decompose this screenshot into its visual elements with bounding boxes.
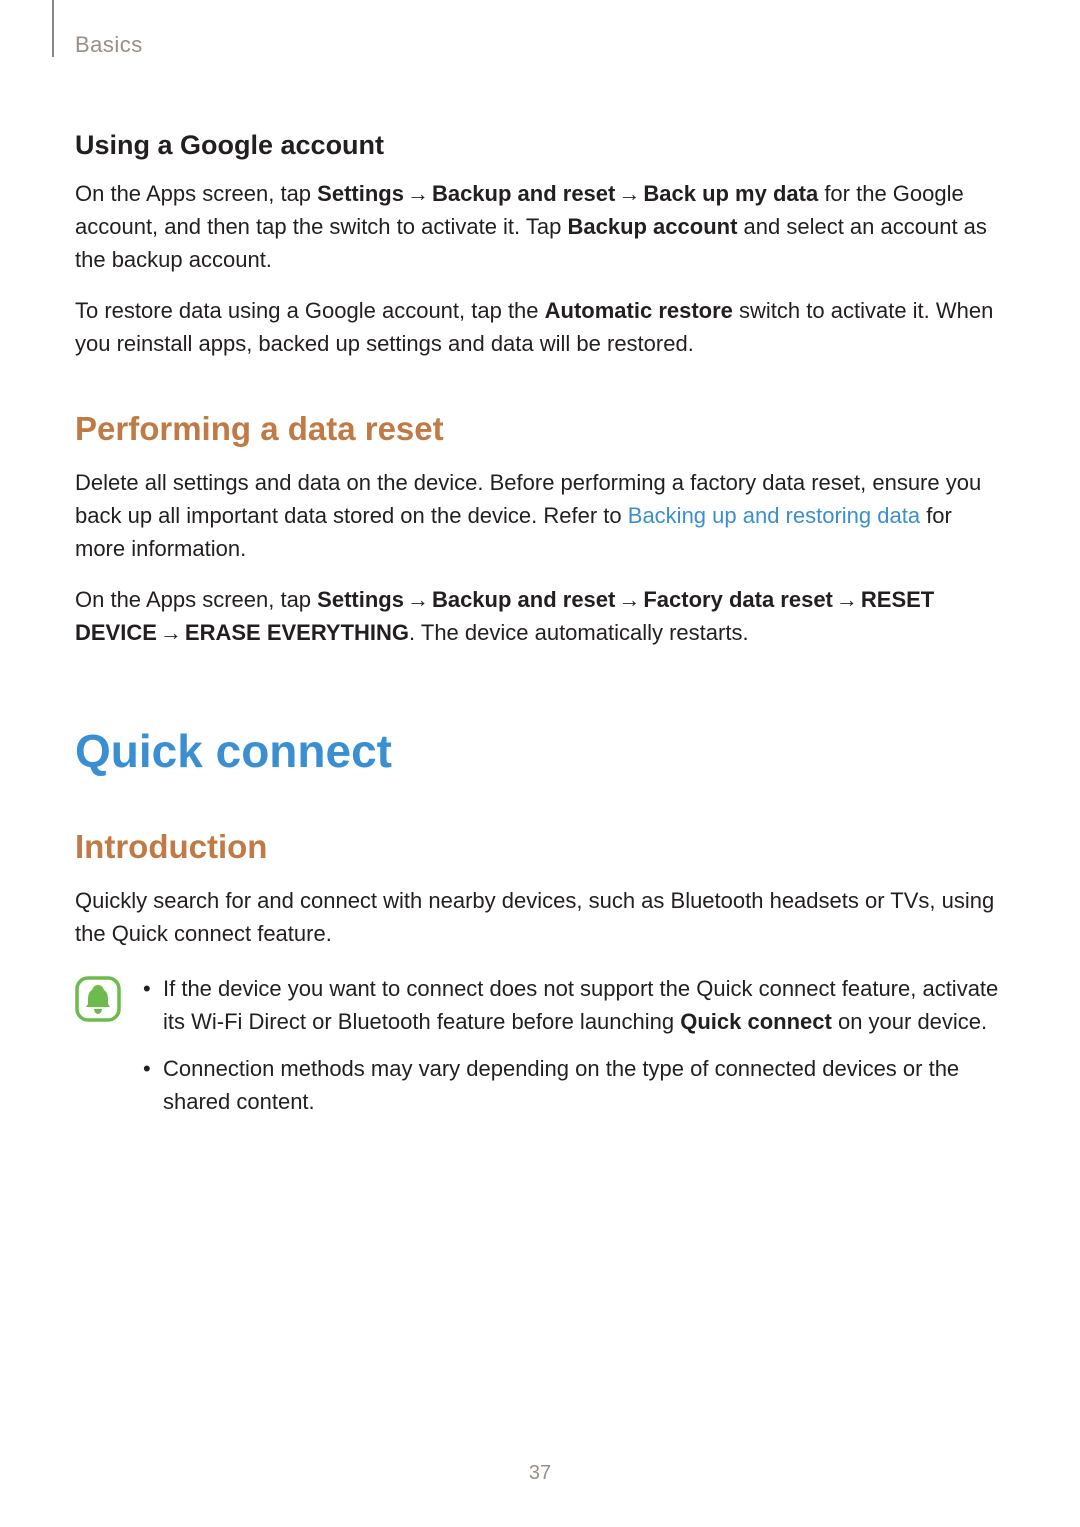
bullet-list: If the device you want to connect does n… bbox=[139, 972, 1005, 1132]
breadcrumb: Basics bbox=[75, 0, 1005, 58]
link-backing-up[interactable]: Backing up and restoring data bbox=[628, 503, 920, 528]
heading-google-account: Using a Google account bbox=[75, 130, 1005, 161]
paragraph-google-1: On the Apps screen, tap Settings → Backu… bbox=[75, 177, 1005, 276]
list-item: Connection methods may vary depending on… bbox=[139, 1052, 1005, 1118]
arrow-icon: → bbox=[618, 583, 640, 616]
arrow-icon: → bbox=[618, 177, 640, 210]
arrow-icon: → bbox=[407, 583, 429, 616]
page-number: 37 bbox=[0, 1462, 1080, 1485]
bold-settings: Settings bbox=[317, 587, 404, 612]
heading-data-reset: Performing a data reset bbox=[75, 410, 1005, 448]
text: Connection methods may vary depending on… bbox=[163, 1056, 959, 1114]
text: . The device automatically restarts. bbox=[409, 620, 749, 645]
paragraph-reset-1: Delete all settings and data on the devi… bbox=[75, 466, 1005, 565]
bold-backup-reset: Backup and reset bbox=[432, 181, 615, 206]
bold-erase-everything: ERASE EVERYTHING bbox=[185, 620, 409, 645]
bold-auto-restore: Automatic restore bbox=[545, 298, 733, 323]
document-page: Basics Using a Google account On the App… bbox=[0, 0, 1080, 1527]
text: On the Apps screen, tap bbox=[75, 181, 317, 206]
paragraph-google-2: To restore data using a Google account, … bbox=[75, 294, 1005, 360]
bold-backup-account: Backup account bbox=[567, 214, 737, 239]
text: On the Apps screen, tap bbox=[75, 587, 317, 612]
bold-backup-reset: Backup and reset bbox=[432, 587, 615, 612]
text: on your device. bbox=[832, 1009, 987, 1034]
arrow-icon: → bbox=[407, 177, 429, 210]
header-marker bbox=[52, 0, 54, 57]
bell-icon bbox=[75, 976, 121, 1022]
bold-factory-reset: Factory data reset bbox=[643, 587, 833, 612]
bold-quick-connect: Quick connect bbox=[680, 1009, 832, 1034]
info-block: If the device you want to connect does n… bbox=[75, 972, 1005, 1132]
paragraph-reset-2: On the Apps screen, tap Settings → Backu… bbox=[75, 583, 1005, 649]
text: To restore data using a Google account, … bbox=[75, 298, 545, 323]
bold-settings: Settings bbox=[317, 181, 404, 206]
arrow-icon: → bbox=[160, 616, 182, 649]
heading-introduction: Introduction bbox=[75, 828, 1005, 866]
content-area: Using a Google account On the Apps scree… bbox=[75, 130, 1005, 1132]
paragraph-intro: Quickly search for and connect with near… bbox=[75, 884, 1005, 950]
bold-backup-data: Back up my data bbox=[643, 181, 818, 206]
title-quick-connect: Quick connect bbox=[75, 724, 1005, 778]
list-item: If the device you want to connect does n… bbox=[139, 972, 1005, 1038]
arrow-icon: → bbox=[836, 583, 858, 616]
